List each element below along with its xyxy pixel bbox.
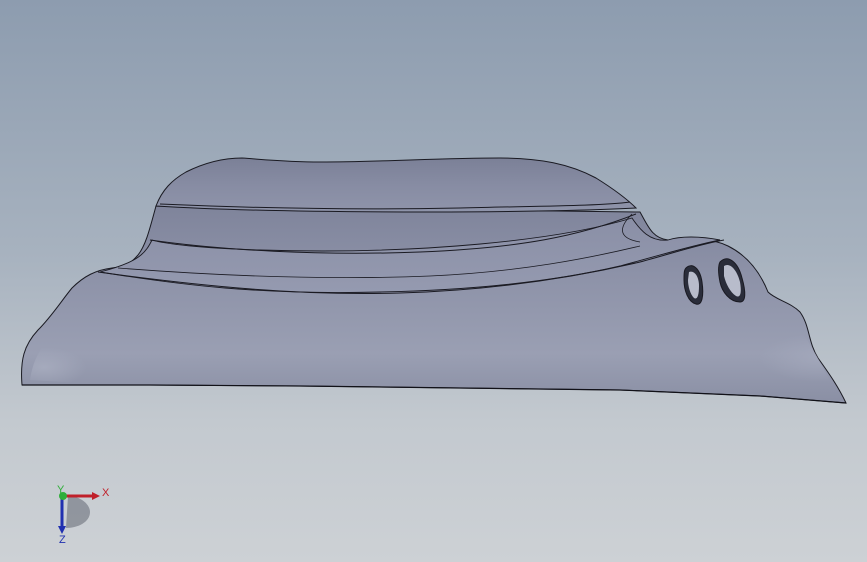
z-arrow-icon <box>58 526 66 534</box>
triad-x-label: X <box>102 487 110 499</box>
reference-triad: X Y Z <box>57 484 110 546</box>
triad-y-label: Y <box>57 484 65 496</box>
model-view[interactable] <box>0 0 867 562</box>
x-arrow-icon <box>92 492 100 500</box>
triad-z-label: Z <box>59 534 66 546</box>
graphics-viewport[interactable]: X Y Z <box>0 0 867 562</box>
triad-shadow-icon <box>66 496 90 528</box>
part-dome[interactable] <box>155 157 638 213</box>
